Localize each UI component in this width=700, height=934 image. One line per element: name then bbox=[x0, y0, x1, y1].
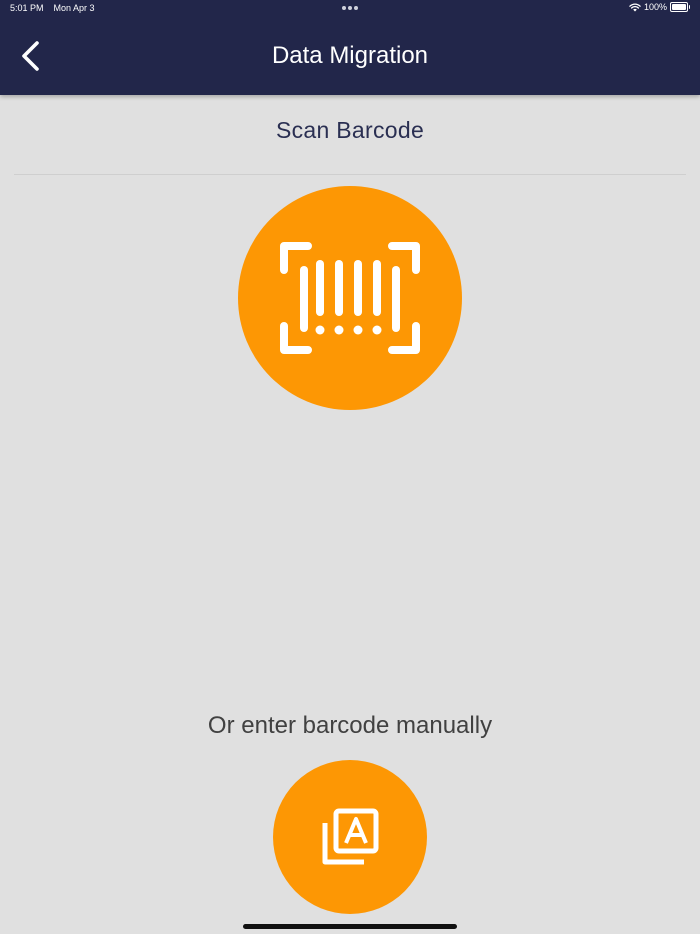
manual-entry-icon bbox=[322, 808, 379, 865]
battery-icon bbox=[670, 2, 690, 12]
status-time: 5:01 PM bbox=[10, 3, 44, 13]
barcode-scan-icon bbox=[280, 242, 420, 354]
wifi-icon bbox=[629, 2, 641, 11]
manual-entry-button[interactable] bbox=[273, 760, 427, 914]
app-header: 5:01 PM Mon Apr 3 100% Data Migration bbox=[0, 0, 700, 95]
status-bar-left: 5:01 PM Mon Apr 3 bbox=[10, 3, 95, 13]
battery-percentage: 100% bbox=[643, 2, 667, 12]
scan-barcode-title: Scan Barcode bbox=[275, 117, 425, 143]
status-bar-right: 100% bbox=[629, 2, 690, 12]
home-indicator bbox=[243, 924, 457, 929]
divider bbox=[14, 174, 686, 175]
multitasking-dots-icon[interactable] bbox=[342, 6, 358, 10]
status-date: Mon Apr 3 bbox=[53, 3, 95, 13]
scan-barcode-button[interactable] bbox=[238, 186, 462, 410]
page-title: Data Migration bbox=[271, 42, 429, 69]
manual-entry-label: Or enter barcode manually bbox=[207, 712, 493, 739]
